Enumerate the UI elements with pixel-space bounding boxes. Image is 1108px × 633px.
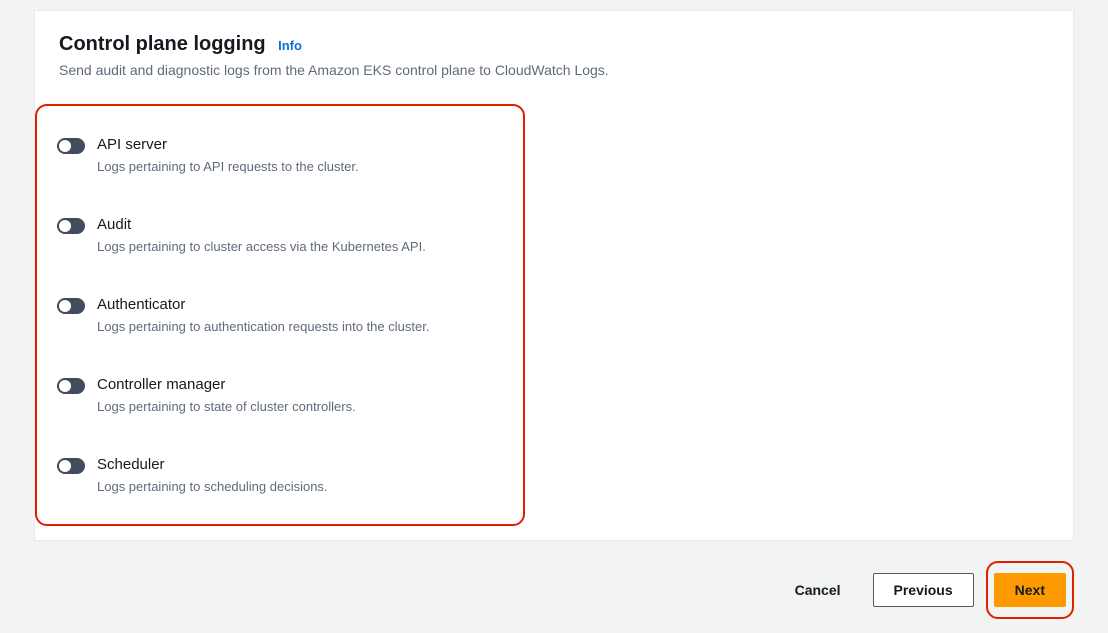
option-label: Controller manager: [97, 376, 503, 393]
info-link[interactable]: Info: [278, 38, 302, 53]
panel-title: Control plane logging: [59, 33, 266, 55]
panel-header: Control plane logging Info Send audit an…: [35, 11, 1073, 90]
toggle-audit[interactable]: [57, 218, 85, 234]
toggle-authenticator[interactable]: [57, 298, 85, 314]
cancel-button[interactable]: Cancel: [775, 574, 861, 606]
option-desc: Logs pertaining to authentication reques…: [97, 319, 503, 334]
option-api-server: API server Logs pertaining to API reques…: [57, 124, 503, 186]
toggle-scheduler[interactable]: [57, 458, 85, 474]
option-label: Authenticator: [97, 296, 503, 313]
option-label: API server: [97, 136, 503, 153]
next-button[interactable]: Next: [994, 573, 1066, 607]
option-scheduler: Scheduler Logs pertaining to scheduling …: [57, 444, 503, 506]
option-desc: Logs pertaining to API requests to the c…: [97, 159, 503, 174]
option-label: Audit: [97, 216, 503, 233]
option-desc: Logs pertaining to state of cluster cont…: [97, 399, 503, 414]
option-label: Scheduler: [97, 456, 503, 473]
logging-options-highlight: API server Logs pertaining to API reques…: [35, 104, 525, 526]
toggle-api-server[interactable]: [57, 138, 85, 154]
next-button-highlight: Next: [986, 561, 1074, 619]
option-authenticator: Authenticator Logs pertaining to authent…: [57, 284, 503, 346]
toggle-controller-manager[interactable]: [57, 378, 85, 394]
panel-subtitle: Send audit and diagnostic logs from the …: [59, 62, 1049, 78]
wizard-footer: Cancel Previous Next: [0, 541, 1108, 633]
option-desc: Logs pertaining to cluster access via th…: [97, 239, 503, 254]
option-desc: Logs pertaining to scheduling decisions.: [97, 479, 503, 494]
option-controller-manager: Controller manager Logs pertaining to st…: [57, 364, 503, 426]
option-audit: Audit Logs pertaining to cluster access …: [57, 204, 503, 266]
previous-button[interactable]: Previous: [873, 573, 974, 607]
control-plane-logging-panel: Control plane logging Info Send audit an…: [34, 10, 1074, 541]
